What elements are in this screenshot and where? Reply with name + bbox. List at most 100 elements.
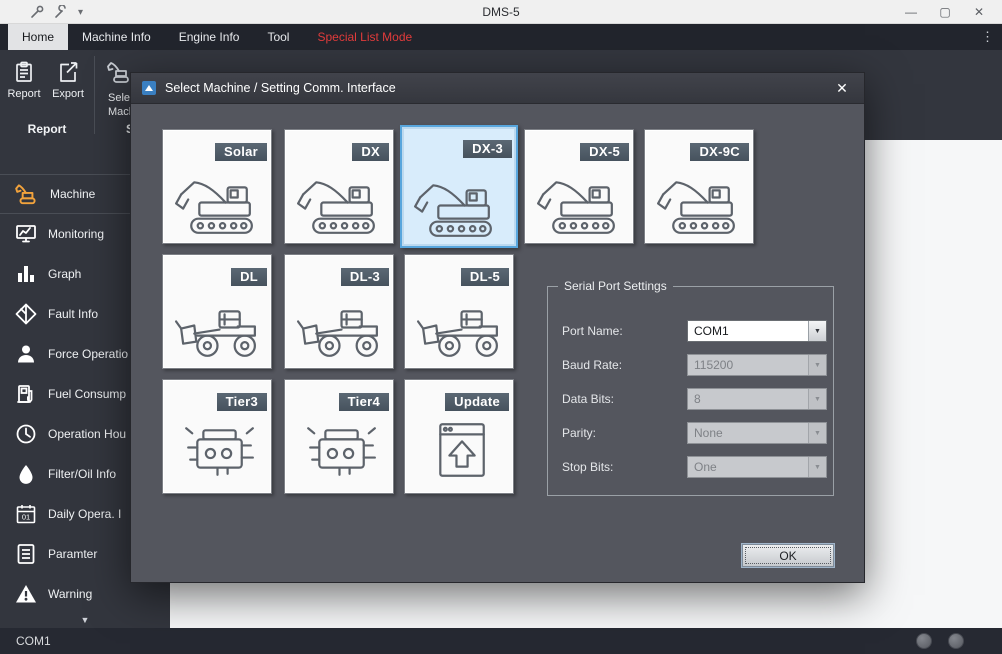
chevron-down-icon: ▼ xyxy=(808,389,826,409)
excavator-icon xyxy=(529,163,630,238)
sidebar-item-label: Force Operatio xyxy=(48,347,128,361)
parity-value: None xyxy=(688,426,808,440)
chevron-down-icon: ▼ xyxy=(808,457,826,477)
machine-tile-tier3[interactable]: Tier3 xyxy=(162,379,272,494)
field-stop-bits: Stop Bits: One ▼ xyxy=(562,456,821,478)
update-icon xyxy=(409,413,510,488)
baud-rate-value: 115200 xyxy=(688,358,808,372)
tab-tool[interactable]: Tool xyxy=(253,24,303,50)
stop-bits-select: One ▼ xyxy=(687,456,827,478)
maximize-button[interactable]: ▢ xyxy=(928,0,962,24)
field-port-name: Port Name: COM1 ▼ xyxy=(562,320,821,342)
dialog-app-icon xyxy=(141,80,157,96)
parity-label: Parity: xyxy=(562,422,596,444)
window-controls: — ▢ ✕ xyxy=(894,0,996,24)
sidebar-item-label: Paramter xyxy=(48,547,97,561)
toolbar-group-report-label: Report xyxy=(0,122,94,136)
export-button[interactable]: Export xyxy=(46,54,90,116)
status-bar: COM1 xyxy=(0,628,1002,654)
tab-special-list-mode[interactable]: Special List Mode xyxy=(303,24,426,50)
machine-tile-dx[interactable]: DX xyxy=(284,129,394,244)
wheel-loader-icon xyxy=(167,288,268,363)
data-bits-select: 8 ▼ xyxy=(687,388,827,410)
parameter-list-icon xyxy=(14,542,38,566)
dialog-title: Select Machine / Setting Comm. Interface xyxy=(165,81,396,95)
minimize-button[interactable]: — xyxy=(894,0,928,24)
wheel-loader-icon xyxy=(289,288,390,363)
dialog-close-icon[interactable]: ✕ xyxy=(830,77,854,99)
machine-tile-dx5[interactable]: DX-5 xyxy=(524,129,634,244)
report-icon xyxy=(12,60,36,84)
chevron-down-icon[interactable]: ▼ xyxy=(808,321,826,341)
field-data-bits: Data Bits: 8 ▼ xyxy=(562,388,821,410)
sidebar-item-label: Filter/Oil Info xyxy=(48,467,116,481)
export-button-label: Export xyxy=(52,88,84,100)
sidebar-item-label: Machine xyxy=(50,187,95,201)
machine-tile-label: Update xyxy=(445,393,509,411)
machine-tile-dl5[interactable]: DL-5 xyxy=(404,254,514,369)
engine-icon xyxy=(167,413,268,488)
machine-tile-label: Solar xyxy=(215,143,267,161)
serial-group-title: Serial Port Settings xyxy=(558,279,673,293)
sidebar-scroll-down-icon[interactable]: ▼ xyxy=(0,614,170,626)
titlebar: ▾ DMS-5 — ▢ ✕ xyxy=(0,0,1002,24)
machine-tile-dl3[interactable]: DL-3 xyxy=(284,254,394,369)
chevron-down-icon: ▼ xyxy=(808,423,826,443)
machine-tile-label: Tier4 xyxy=(339,393,389,411)
close-button[interactable]: ✕ xyxy=(962,0,996,24)
ok-button[interactable]: OK xyxy=(742,544,834,567)
serial-port-settings-group: Serial Port Settings Port Name: COM1 ▼ B… xyxy=(547,286,834,496)
sidebar-item-label: Warning xyxy=(48,587,92,601)
baud-rate-select: 115200 ▼ xyxy=(687,354,827,376)
warning-triangle-icon xyxy=(14,582,38,606)
machine-tile-dx9c[interactable]: DX-9C xyxy=(644,129,754,244)
menu-overflow-icon[interactable]: ⋮ xyxy=(981,24,994,50)
machine-tile-label: DX-9C xyxy=(690,143,749,161)
tab-engine-info[interactable]: Engine Info xyxy=(165,24,254,50)
sidebar-item-label: Graph xyxy=(48,267,81,281)
wheel-loader-icon xyxy=(409,288,510,363)
menu-bar: Home Machine Info Engine Info Tool Speci… xyxy=(0,24,1002,50)
status-indicator-icon xyxy=(916,633,932,649)
machine-tile-tier4[interactable]: Tier4 xyxy=(284,379,394,494)
tab-home[interactable]: Home xyxy=(8,24,68,50)
tab-machine-info[interactable]: Machine Info xyxy=(68,24,165,50)
machine-tile-label: DX-5 xyxy=(580,143,629,161)
field-baud-rate: Baud Rate: 115200 ▼ xyxy=(562,354,821,376)
machine-tile-solar[interactable]: Solar xyxy=(162,129,272,244)
fuel-pump-icon xyxy=(14,382,38,406)
sidebar-item-label: Fault Info xyxy=(48,307,98,321)
sidebar-item-label: Daily Opera. I xyxy=(48,507,121,521)
machine-tile-dl[interactable]: DL xyxy=(162,254,272,369)
port-name-select[interactable]: COM1 ▼ xyxy=(687,320,827,342)
status-indicator-icon xyxy=(948,633,964,649)
window-title: DMS-5 xyxy=(0,0,1002,24)
sidebar-item-label: Monitoring xyxy=(48,227,104,241)
person-icon xyxy=(14,342,38,366)
data-bits-label: Data Bits: xyxy=(562,388,614,410)
machine-tile-label: Tier3 xyxy=(217,393,267,411)
machine-tile-label: DL-3 xyxy=(341,268,389,286)
excavator-icon xyxy=(406,166,507,241)
machine-tile-update[interactable]: Update xyxy=(404,379,514,494)
excavator-icon xyxy=(167,163,268,238)
excavator-icon xyxy=(289,163,390,238)
sidebar-item-label: Fuel Consump xyxy=(48,387,126,401)
machine-tile-dx3-selected[interactable]: DX-3 xyxy=(400,125,518,248)
report-button[interactable]: Report xyxy=(2,54,46,116)
select-machine-dialog: Select Machine / Setting Comm. Interface… xyxy=(130,72,865,583)
report-button-label: Report xyxy=(7,88,40,100)
stop-bits-label: Stop Bits: xyxy=(562,456,613,478)
calendar-icon: 01 xyxy=(14,502,38,526)
machine-icon xyxy=(14,181,40,207)
excavator-icon xyxy=(649,163,750,238)
status-com-port: COM1 xyxy=(16,628,51,654)
port-name-value: COM1 xyxy=(688,324,808,338)
dialog-header: Select Machine / Setting Comm. Interface… xyxy=(131,73,864,104)
machine-tile-label: DL-5 xyxy=(461,268,509,286)
toolbar-separator xyxy=(94,56,95,134)
clock-icon xyxy=(14,422,38,446)
stop-bits-value: One xyxy=(688,460,808,474)
chevron-down-icon: ▼ xyxy=(808,355,826,375)
field-parity: Parity: None ▼ xyxy=(562,422,821,444)
